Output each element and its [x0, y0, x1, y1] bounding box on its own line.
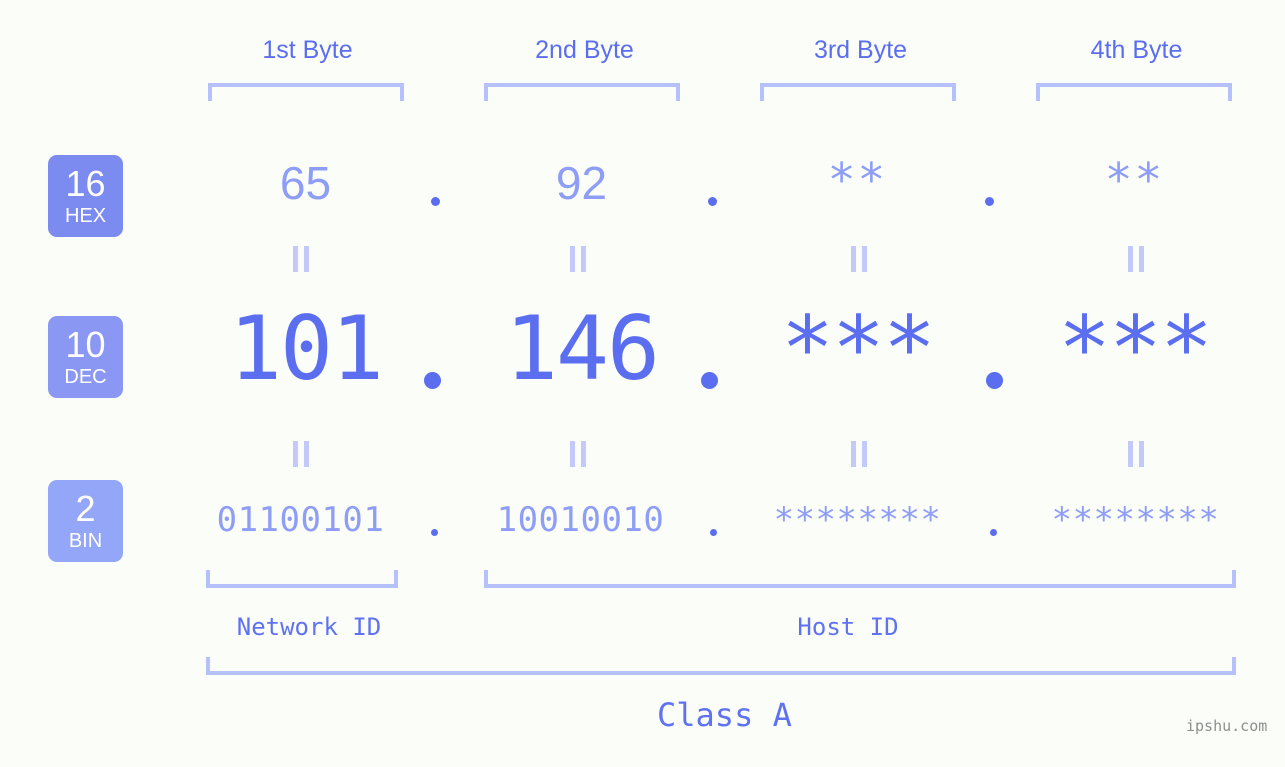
base-badge-dec: 10 DEC: [48, 316, 123, 398]
hex-value-byte-4: **: [1104, 153, 1165, 207]
ip-address-byte-breakdown-diagram: 1st Byte 2nd Byte 3rd Byte 4th Byte 16 H…: [0, 0, 1285, 767]
base-badge-bin-number: 2: [75, 488, 96, 529]
byte-bracket-top-2: [484, 83, 680, 101]
equals-mark-dec-bin-2: [570, 441, 586, 467]
bin-value-byte-4: ********: [1051, 500, 1220, 540]
base-badge-dec-number: 10: [65, 324, 106, 365]
host-id-bracket: [484, 570, 1236, 588]
bin-value-byte-2: 10010010: [496, 500, 665, 540]
base-badge-bin-name: BIN: [68, 530, 103, 552]
base-badge-bin: 2 BIN: [48, 480, 123, 562]
hex-value-byte-1: 65: [279, 157, 332, 209]
equals-mark-dec-bin-4: [1128, 441, 1144, 467]
dec-value-byte-2: 146: [505, 297, 660, 400]
byte-bracket-top-1: [208, 83, 404, 101]
base-badge-hex-name: HEX: [64, 205, 107, 227]
network-id-bracket: [206, 570, 398, 588]
hex-separator-dot-1: [431, 197, 440, 206]
dec-value-byte-1: 101: [229, 297, 384, 400]
dec-value-byte-3: ***: [781, 297, 936, 400]
class-label: Class A: [657, 696, 792, 734]
watermark-text: ipshu.com: [1186, 717, 1268, 735]
equals-mark-hex-dec-2: [570, 246, 586, 272]
equals-mark-dec-bin-1: [293, 441, 309, 467]
bin-value-byte-1: 01100101: [216, 500, 385, 540]
bin-value-byte-3: ********: [773, 500, 942, 540]
byte-header-4: 4th Byte: [1090, 36, 1183, 64]
dec-value-byte-4: ***: [1058, 297, 1213, 400]
equals-mark-hex-dec-1: [293, 246, 309, 272]
byte-header-2: 2nd Byte: [535, 36, 634, 64]
bin-separator-dot-1: [431, 529, 438, 536]
bin-separator-dot-3: [990, 529, 997, 536]
host-id-label: Host ID: [797, 613, 899, 641]
hex-separator-dot-2: [708, 197, 717, 206]
dec-separator-dot-1: [424, 372, 441, 389]
base-badge-hex: 16 HEX: [48, 155, 123, 237]
equals-mark-hex-dec-4: [1128, 246, 1144, 272]
byte-bracket-top-4: [1036, 83, 1232, 101]
base-badge-hex-number: 16: [65, 163, 106, 204]
base-badge-dec-name: DEC: [64, 366, 107, 388]
dec-separator-dot-2: [701, 372, 718, 389]
equals-mark-hex-dec-3: [851, 246, 867, 272]
dec-separator-dot-3: [986, 372, 1003, 389]
hex-separator-dot-3: [985, 197, 994, 206]
bin-separator-dot-2: [710, 529, 717, 536]
class-bracket: [206, 657, 1236, 675]
byte-bracket-top-3: [760, 83, 956, 101]
byte-header-1: 1st Byte: [262, 36, 353, 64]
network-id-label: Network ID: [236, 613, 382, 641]
hex-value-byte-2: 92: [555, 157, 608, 209]
byte-header-3: 3rd Byte: [813, 36, 908, 64]
equals-mark-dec-bin-3: [851, 441, 867, 467]
hex-value-byte-3: **: [827, 153, 888, 207]
